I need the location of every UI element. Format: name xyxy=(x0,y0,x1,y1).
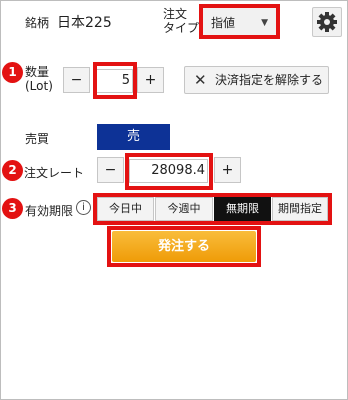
side-label: 売買 xyxy=(25,132,50,146)
quantity-minus-button[interactable]: − xyxy=(63,67,90,93)
sell-button[interactable]: 売 xyxy=(97,124,170,150)
release-settlement-label: 決済指定を解除する xyxy=(215,73,324,87)
order-panel: 銘柄 日本225 注文 タイプ 指値 ▼ 1 数量 (Lot) − 5 + ✕ … xyxy=(0,0,348,400)
highlight-submit xyxy=(107,226,261,267)
settings-button[interactable] xyxy=(312,7,342,37)
quantity-plus-button[interactable]: + xyxy=(137,67,164,93)
highlight-order-type xyxy=(199,4,280,39)
quantity-label-line2: (Lot) xyxy=(25,79,53,93)
highlight-quantity xyxy=(93,62,137,99)
rate-minus-button[interactable]: − xyxy=(97,157,124,183)
highlight-order-rate xyxy=(125,153,213,190)
order-type-label-line1: 注文 xyxy=(163,7,188,21)
order-type-label: 注文 タイプ xyxy=(163,7,199,35)
step-badge-3: 3 xyxy=(2,198,23,219)
highlight-expiry xyxy=(93,193,332,225)
step-badge-2: 2 xyxy=(2,160,23,181)
symbol-name: 日本225 xyxy=(57,15,112,31)
release-settlement-button[interactable]: ✕ 決済指定を解除する xyxy=(184,66,329,94)
gear-icon xyxy=(317,12,337,32)
order-rate-label: 注文レート xyxy=(24,166,85,180)
quantity-label: 数量 (Lot) xyxy=(25,65,53,93)
rate-plus-button[interactable]: + xyxy=(214,157,241,183)
info-icon[interactable]: i xyxy=(76,200,91,215)
quantity-label-line1: 数量 xyxy=(25,65,50,79)
order-type-label-line2: タイプ xyxy=(163,21,200,35)
step-badge-1: 1 xyxy=(2,62,23,83)
expiry-label: 有効期限 xyxy=(25,204,74,218)
close-icon: ✕ xyxy=(194,71,207,89)
symbol-label: 銘柄 xyxy=(25,16,50,30)
